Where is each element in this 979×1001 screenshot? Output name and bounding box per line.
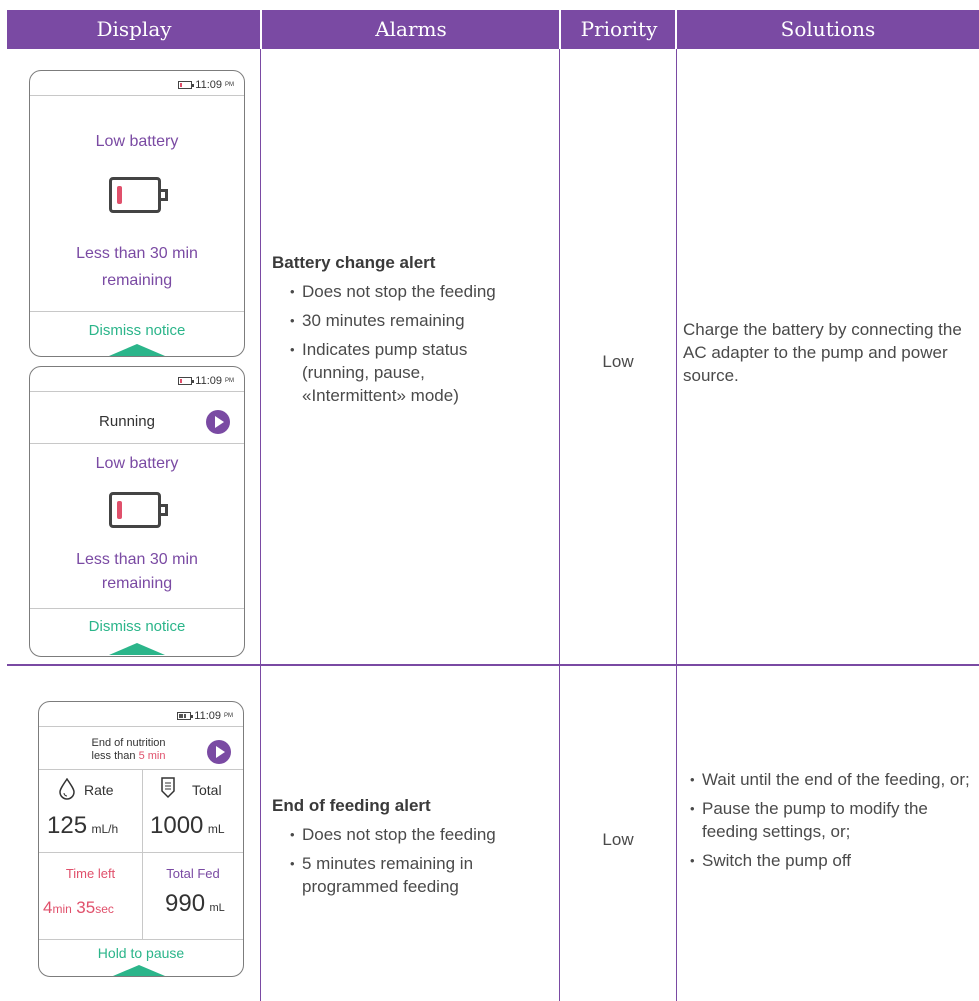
alert-message-line1: Less than 30 min (76, 551, 198, 568)
status-divider (39, 726, 243, 727)
rate-readout: 125 mL/h (47, 812, 118, 840)
rate-label: Rate (84, 782, 114, 798)
total-fed-readout: 990 mL (165, 890, 225, 918)
list-item: Switch the pump off (690, 849, 970, 872)
list-item: Indicates pump status (running, pause, «… (290, 338, 530, 407)
rate-value: 125 (47, 812, 88, 839)
list-item: Does not stop the feeding (290, 823, 520, 846)
dismiss-notice-button[interactable]: Dismiss notice (30, 618, 244, 635)
alert-message-line2: remaining (101, 272, 173, 289)
alarm-bullets: Does not stop the feeding 5 minutes rema… (290, 823, 520, 904)
time-left-readout: 4min 35sec (43, 898, 114, 918)
time-left-sec-unit: sec (95, 902, 114, 916)
hold-to-pause-button[interactable]: Hold to pause (39, 945, 243, 961)
alert-message-line2: remaining (101, 575, 173, 592)
clock-time: 11:09 (195, 79, 222, 91)
alert-title: Low battery (95, 455, 179, 472)
priority-value: Low (602, 830, 634, 849)
feed-bag-icon (161, 777, 175, 799)
solution-text: Charge the battery by connecting the AC … (683, 320, 962, 385)
swipe-up-icon (109, 643, 165, 655)
divider (30, 311, 244, 312)
total-unit: mL (207, 822, 225, 836)
divider (30, 443, 244, 444)
pump-screen-end-of-feeding: 11:09 PM End of nutrition less than 5 min… (38, 701, 244, 977)
alarm-title: End of feeding alert (272, 796, 431, 815)
total-readout: 1000 mL (150, 812, 225, 840)
total-fed-value: 990 (165, 890, 206, 917)
row-divider (7, 664, 979, 666)
divider (39, 769, 243, 770)
total-label: Total (192, 782, 222, 798)
play-icon[interactable] (207, 740, 231, 764)
status-line2-prefix: less than (91, 750, 139, 762)
rate-unit: mL/h (91, 822, 119, 836)
list-item: 5 minutes remaining in programmed feedin… (290, 852, 520, 898)
clock-ampm: PM (224, 713, 233, 719)
solution-bullets: Wait until the end of the feeding, or; P… (690, 768, 970, 878)
status-bar: 11:09 PM (178, 79, 234, 91)
battery-large-icon (109, 492, 168, 528)
battery-low-icon (178, 377, 195, 385)
swipe-up-icon (109, 344, 165, 356)
pump-screen-running-low-battery: 11:09 PM Running Low battery Less than 30… (29, 366, 245, 657)
time-left-sec: 35 (76, 898, 96, 917)
status-divider (30, 95, 244, 96)
total-value: 1000 (150, 812, 204, 839)
alarm-bullets: Does not stop the feeding 30 minutes rem… (290, 280, 530, 413)
column-divider (676, 49, 677, 1001)
swipe-up-icon (113, 965, 165, 976)
grid-divider (39, 852, 243, 853)
time-left-label: Time left (65, 866, 116, 881)
divider (39, 939, 243, 940)
status-bar: 11:09 PM (177, 710, 233, 722)
status-bar: 11:09 PM (178, 375, 234, 387)
header-display: Display (96, 17, 172, 41)
alarm-title: Battery change alert (272, 253, 436, 272)
alert-message-line1: Less than 30 min (76, 245, 198, 262)
list-item: Wait until the end of the feeding, or; (690, 768, 970, 791)
drop-icon (59, 778, 75, 800)
battery-large-icon (109, 177, 168, 213)
table-header: Display Alarms Priority Solutions (7, 10, 979, 49)
status-divider (30, 391, 244, 392)
clock-time: 11:09 (194, 710, 221, 722)
list-item: Pause the pump to modify the feeding set… (690, 797, 970, 843)
clock-ampm: PM (225, 378, 234, 384)
clock-time: 11:09 (195, 375, 222, 387)
priority-value: Low (602, 352, 634, 371)
time-left-min-unit: min (52, 902, 72, 916)
column-divider (559, 49, 560, 1001)
header-solutions: Solutions (780, 17, 876, 41)
dismiss-notice-button[interactable]: Dismiss notice (30, 322, 244, 339)
clock-ampm: PM (225, 82, 234, 88)
list-item: Does not stop the feeding (290, 280, 530, 303)
status-line2-highlight: 5 min (138, 750, 166, 762)
pump-screen-low-battery: 11:09 PM Low battery Less than 30 min rem… (29, 70, 245, 357)
header-alarms: Alarms (375, 17, 447, 41)
battery-half-icon (177, 712, 194, 720)
total-fed-label: Total Fed (166, 866, 220, 881)
list-item: 30 minutes remaining (290, 309, 530, 332)
divider (30, 608, 244, 609)
total-fed-unit: mL (209, 902, 225, 914)
alert-title: Low battery (95, 133, 179, 150)
battery-low-icon (178, 81, 195, 89)
grid-divider (142, 769, 143, 939)
header-priority: Priority (580, 17, 658, 41)
play-icon[interactable] (206, 410, 230, 434)
column-divider (260, 49, 261, 1001)
